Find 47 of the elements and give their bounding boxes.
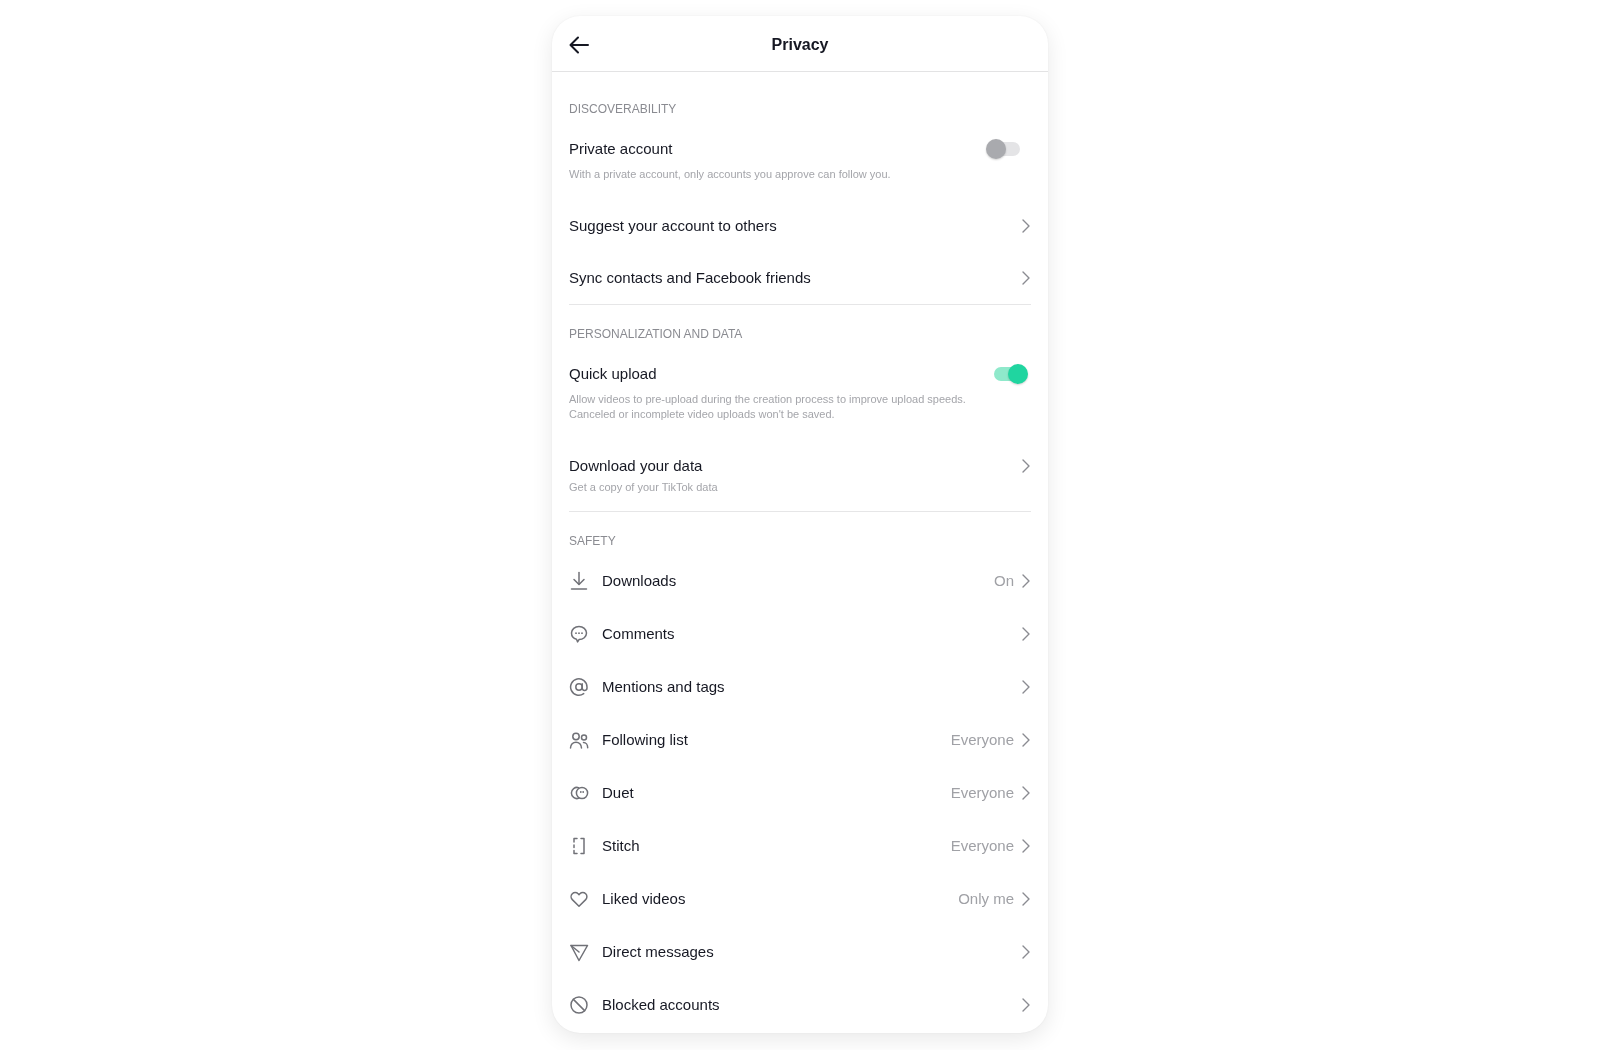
setting-value: On — [994, 571, 1014, 591]
section-heading: DISCOVERABILITY — [569, 101, 678, 117]
chevron-right-icon — [1022, 574, 1030, 588]
back-arrow-icon — [569, 36, 589, 54]
setting-value: Only me — [958, 889, 1014, 909]
setting-label: Private account — [569, 139, 674, 159]
setting-label[interactable]: Download your data — [569, 456, 1022, 476]
setting-label[interactable]: Stitch — [602, 836, 951, 856]
chevron-right-icon — [1022, 733, 1030, 747]
heart-icon — [569, 889, 589, 909]
paper-plane-icon — [569, 942, 589, 962]
download-icon — [569, 571, 589, 591]
chevron-right-icon — [1022, 786, 1030, 800]
setting-label[interactable]: Comments — [602, 624, 1022, 644]
at-sign-icon — [569, 677, 589, 697]
speech-bubble-icon — [569, 624, 589, 644]
chevron-right-icon — [1022, 680, 1030, 694]
chevron-right-icon — [1022, 892, 1030, 906]
chevron-right-icon — [1022, 271, 1030, 285]
setting-label[interactable]: Following list — [602, 730, 951, 750]
chevron-right-icon — [1022, 839, 1030, 853]
section-heading: PERSONALIZATION AND DATA — [569, 326, 744, 342]
setting-value: Everyone — [950, 836, 1014, 856]
blocked-circle-icon — [569, 995, 589, 1015]
two-people-icon — [569, 730, 589, 750]
setting-label[interactable]: Liked videos — [602, 889, 959, 909]
setting-label[interactable]: Direct messages — [602, 942, 1022, 962]
setting-description: Allow videos to pre-upload during the creation process to improve upload speeds. Canceled or incomplete video uploads won't be saved. — [569, 392, 967, 422]
chevron-right-icon — [1022, 998, 1030, 1012]
chevron-right-icon — [1022, 627, 1030, 641]
section-heading: SAFETY — [569, 533, 617, 549]
setting-label[interactable]: Duet — [602, 783, 951, 803]
chevron-right-icon — [1022, 459, 1030, 473]
setting-description: With a private account, only accounts you approve can follow you. — [569, 167, 892, 182]
setting-label[interactable]: Sync contacts and Facebook friends — [569, 268, 1022, 288]
back-button[interactable] — [568, 34, 590, 56]
setting-value: Everyone — [950, 730, 1014, 750]
chevron-right-icon — [1022, 219, 1030, 233]
setting-label[interactable]: Downloads — [602, 571, 994, 591]
setting-label[interactable]: Mentions and tags — [602, 677, 1022, 697]
setting-description: Get a copy of your TikTok data — [569, 480, 719, 495]
setting-label[interactable]: Suggest your account to others — [569, 216, 1022, 236]
page-title: Privacy — [771, 35, 829, 55]
setting-value: Everyone — [950, 783, 1014, 803]
setting-label: Quick upload — [569, 364, 658, 384]
chevron-right-icon — [1022, 945, 1030, 959]
setting-label[interactable]: Blocked accounts — [602, 995, 1022, 1015]
